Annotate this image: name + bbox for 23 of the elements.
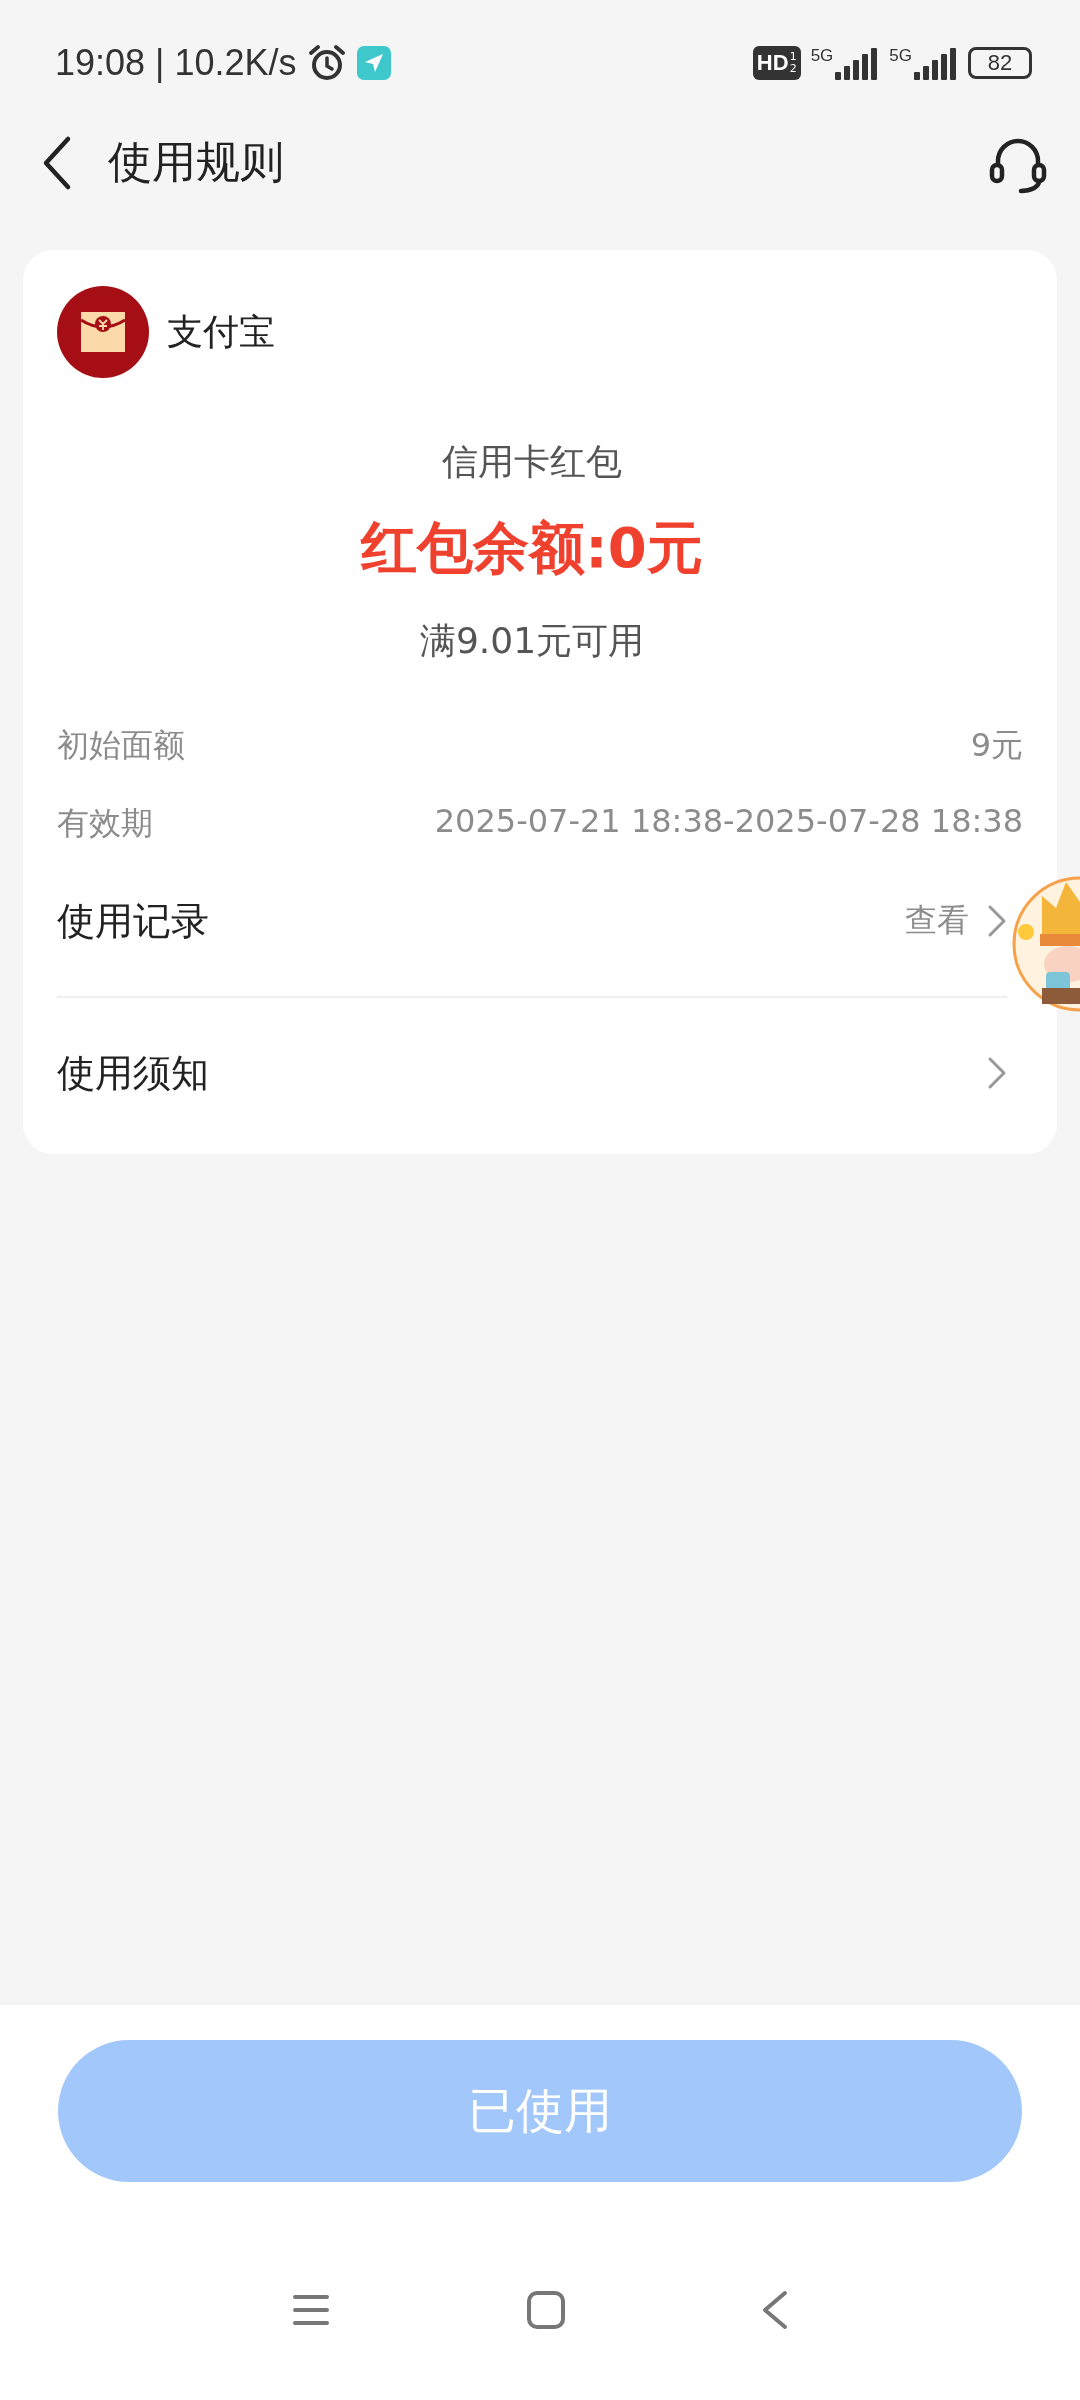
detail-label: 有效期 (57, 803, 153, 844)
coupon-type: 信用卡红包 (442, 440, 622, 484)
network-label: 5G (889, 45, 912, 66)
detail-value: 9元 (970, 725, 1023, 766)
chevron-right-icon (987, 904, 1007, 938)
list-row[interactable]: 使用须知 (57, 998, 1007, 1148)
network-label: 5G (810, 45, 834, 66)
alarm-clock-icon (306, 42, 347, 83)
detail-label: 初始面额 (57, 725, 185, 766)
battery-icon: 82 (968, 46, 1032, 79)
usage-condition: 满9.01元可用 (419, 619, 645, 663)
chevron-right-icon (987, 1056, 1007, 1090)
page-title: 使用规则 (108, 135, 284, 189)
signal-icon (833, 45, 880, 80)
status-time: 19:08 | 10.2K/s (55, 41, 297, 84)
merchant-name: 支付宝 (167, 309, 275, 354)
signal-icon (912, 45, 958, 80)
balance-amount: 红包余额:0元 (361, 514, 703, 582)
list-row[interactable]: 使用记录 查看 (57, 846, 1007, 998)
envelope-logo-icon (57, 286, 149, 378)
menu-icon[interactable] (291, 2292, 331, 2328)
detail-value: 2025-07-21 18:38-2025-07-28 18:38 (434, 802, 1023, 842)
home-icon[interactable] (526, 2290, 566, 2330)
